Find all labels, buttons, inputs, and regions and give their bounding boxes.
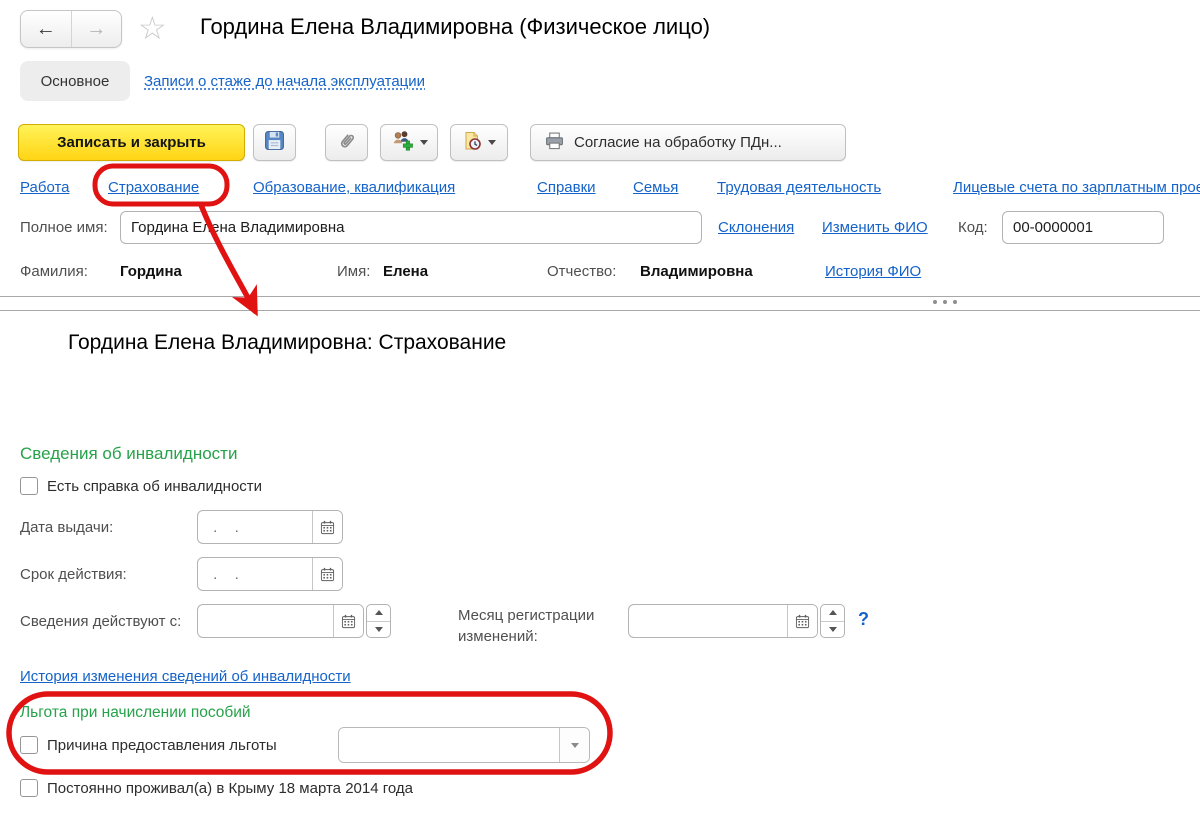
reg-month-input[interactable] [629, 605, 787, 637]
window-title: Гордина Елена Владимировна (Физическое л… [200, 14, 710, 40]
attachments-button[interactable] [325, 124, 368, 161]
navlink-education[interactable]: Образование, квалификация [253, 179, 455, 196]
crimea-checkbox[interactable] [20, 779, 38, 797]
benefit-reason-combobox [338, 727, 590, 763]
calendar-icon [320, 567, 335, 582]
reg-month-label: Месяц регистрации изменений: [458, 605, 633, 647]
save-and-close-button[interactable]: Записать и закрыть [18, 124, 245, 161]
issue-date-label: Дата выдачи: [20, 519, 113, 536]
back-arrow-icon: ← [36, 18, 56, 41]
validity-label: Срок действия: [20, 566, 127, 583]
benefit-reason-input[interactable] [339, 728, 559, 762]
benefit-group-title: Льгота при начислении пособий [20, 704, 251, 722]
spin-down-icon [375, 627, 383, 636]
validity-calendar-button[interactable] [312, 558, 342, 590]
dropdown-arrow-icon [571, 743, 579, 752]
favorite-star-icon[interactable]: ☆ [138, 10, 167, 46]
disability-history-link[interactable]: История изменения сведений об инвалиднос… [20, 668, 351, 685]
patronymic-value: Владимировна [640, 263, 753, 280]
name-value: Елена [383, 263, 428, 280]
dropdown-caret-icon [488, 140, 496, 149]
has-certificate-checkbox[interactable] [20, 477, 38, 495]
calendar-icon [341, 614, 356, 629]
splitter-handle[interactable] [933, 300, 957, 304]
validity-date-field [197, 557, 343, 591]
spin-down-button[interactable] [367, 622, 390, 638]
forward-arrow-icon: → [86, 18, 106, 41]
person-card-window: ← → ☆ Гордина Елена Владимировна (Физиче… [0, 0, 1200, 821]
declension-link[interactable]: Склонения [718, 219, 794, 236]
surname-label: Фамилия: [20, 263, 88, 280]
issue-date-input[interactable] [198, 511, 312, 543]
divider-line [0, 296, 1200, 297]
document-clock-icon [462, 131, 482, 155]
divider-line [0, 310, 1200, 311]
spin-down-button[interactable] [821, 622, 844, 638]
calendar-icon [320, 520, 335, 535]
effective-from-field [197, 604, 364, 638]
issue-date-calendar-button[interactable] [312, 511, 342, 543]
spin-up-button[interactable] [821, 605, 844, 622]
full-name-label: Полное имя: [20, 219, 108, 236]
disability-group-title: Сведения об инвалидности [20, 444, 237, 464]
spin-down-icon [829, 627, 837, 636]
create-based-on-button[interactable] [380, 124, 438, 161]
history-nav-group: ← → [20, 10, 122, 48]
dropdown-caret-icon [420, 140, 428, 149]
benefit-reason-dropdown-button[interactable] [559, 728, 589, 762]
calendar-icon [795, 614, 810, 629]
effective-from-label: Сведения действуют с: [20, 613, 181, 630]
back-button[interactable]: ← [21, 11, 72, 47]
patronymic-label: Отчество: [547, 263, 616, 280]
code-input[interactable] [1002, 211, 1164, 244]
reg-month-calendar-button[interactable] [787, 605, 817, 637]
consent-print-button[interactable]: Согласие на обработку ПДн... [530, 124, 846, 161]
spin-up-button[interactable] [367, 605, 390, 622]
insurance-page-title: Гордина Елена Владимировна: Страхование [68, 331, 506, 355]
navlink-labor[interactable]: Трудовая деятельность [717, 179, 881, 196]
navlink-family[interactable]: Семья [633, 179, 678, 196]
navlink-insurance[interactable]: Страхование [108, 179, 199, 196]
effective-from-spinner [366, 604, 391, 638]
issue-date-field [197, 510, 343, 544]
tab-main[interactable]: Основное [20, 61, 130, 101]
name-history-link[interactable]: История ФИО [825, 263, 921, 280]
navlink-accounts[interactable]: Лицевые счета по зарплатным проектам [953, 179, 1200, 196]
document-history-button[interactable] [450, 124, 508, 161]
code-label: Код: [958, 219, 988, 236]
consent-print-label: Согласие на обработку ПДн... [574, 134, 782, 151]
reg-month-spinner [820, 604, 845, 638]
printer-icon [545, 132, 564, 154]
effective-from-calendar-button[interactable] [333, 605, 363, 637]
spin-up-icon [829, 606, 837, 615]
records-before-start-link[interactable]: Записи о стаже до начала эксплуатации [144, 73, 425, 90]
help-question-icon[interactable]: ? [858, 609, 869, 630]
paperclip-icon [337, 131, 357, 155]
floppy-save-icon [264, 130, 285, 155]
effective-from-input[interactable] [198, 605, 333, 637]
navlink-references[interactable]: Справки [537, 179, 596, 196]
full-name-input[interactable] [120, 211, 702, 244]
crimea-label: Постоянно проживал(а) в Крыму 18 марта 2… [47, 780, 413, 797]
save-button[interactable] [253, 124, 296, 161]
reg-month-field [628, 604, 818, 638]
validity-date-input[interactable] [198, 558, 312, 590]
benefit-reason-checkbox[interactable] [20, 736, 38, 754]
has-certificate-label: Есть справка об инвалидности [47, 478, 262, 495]
forward-button[interactable]: → [72, 11, 122, 47]
name-label: Имя: [337, 263, 370, 280]
surname-value: Гордина [120, 263, 182, 280]
add-person-icon [391, 130, 414, 155]
benefit-reason-label: Причина предоставления льготы [47, 737, 277, 754]
navlink-work[interactable]: Работа [20, 179, 70, 196]
spin-up-icon [375, 606, 383, 615]
change-name-link[interactable]: Изменить ФИО [822, 219, 928, 236]
